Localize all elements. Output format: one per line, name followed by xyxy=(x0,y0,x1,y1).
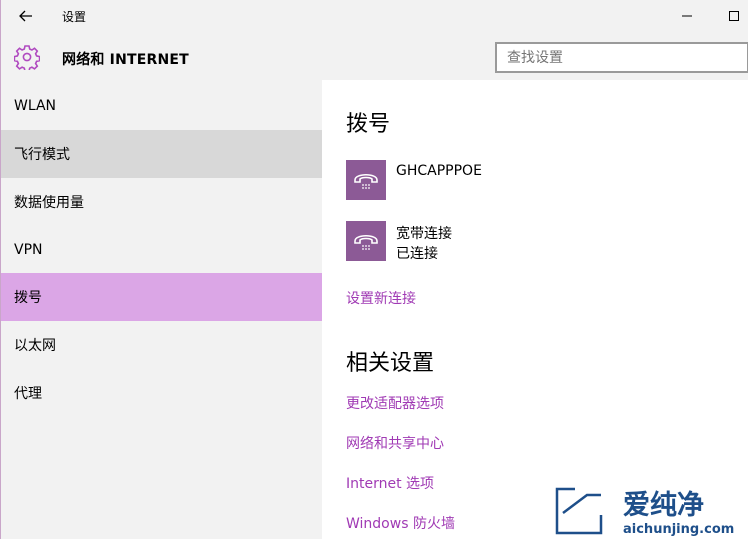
sidebar: WLAN 飞行模式 数据使用量 VPN 拨号 以太网 代理 xyxy=(0,80,322,539)
svg-text:aichunjing.com: aichunjing.com xyxy=(623,522,734,537)
phone-icon xyxy=(354,234,378,250)
gear-icon xyxy=(14,45,40,70)
windows-firewall-link[interactable]: Windows 防火墙 xyxy=(346,513,455,533)
back-button[interactable] xyxy=(11,3,41,29)
minimize-icon xyxy=(682,15,692,17)
header: 网络和 INTERNET xyxy=(0,33,748,80)
sidebar-item-label: WLAN xyxy=(14,98,57,114)
maximize-icon xyxy=(729,11,739,21)
sidebar-item-label: 代理 xyxy=(14,386,42,402)
sidebar-item-label: 数据使用量 xyxy=(14,195,84,211)
back-arrow-icon xyxy=(19,10,32,22)
sidebar-item-data-usage[interactable]: 数据使用量 xyxy=(1,178,322,226)
page-title: 网络和 INTERNET xyxy=(62,52,189,68)
title-bar: 设置 xyxy=(0,0,748,33)
svg-text:爱纯净: 爱纯净 xyxy=(623,489,704,521)
change-adapter-options-link[interactable]: 更改适配器选项 xyxy=(346,393,444,413)
connection-name: 宽带连接 xyxy=(396,226,452,242)
connection-name: GHCAPPPOE xyxy=(396,163,482,179)
section-title: 拨号 xyxy=(346,112,391,137)
sidebar-item-wlan[interactable]: WLAN xyxy=(1,82,322,130)
sidebar-item-label: 飞行模式 xyxy=(14,147,70,163)
sidebar-item-vpn[interactable]: VPN xyxy=(1,226,322,274)
setup-new-connection-link[interactable]: 设置新连接 xyxy=(346,288,416,308)
sidebar-item-label: VPN xyxy=(14,242,43,258)
window-title: 设置 xyxy=(62,10,87,24)
network-sharing-center-link[interactable]: 网络和共享中心 xyxy=(346,433,444,453)
connection-item-ghcapppoe[interactable] xyxy=(346,160,386,200)
watermark-logo: 爱纯净 aichunjing.com xyxy=(554,486,736,538)
maximize-button[interactable] xyxy=(719,3,748,29)
sidebar-item-airplane-mode[interactable]: 飞行模式 xyxy=(1,130,322,178)
sidebar-item-label: 拨号 xyxy=(14,290,42,306)
related-settings-title: 相关设置 xyxy=(346,351,435,376)
connection-item-broadband[interactable] xyxy=(346,221,386,261)
sidebar-item-proxy[interactable]: 代理 xyxy=(1,369,322,417)
sidebar-item-ethernet[interactable]: 以太网 xyxy=(1,321,322,369)
phone-icon xyxy=(354,173,378,189)
search-input[interactable] xyxy=(495,42,748,73)
connection-status: 已连接 xyxy=(396,246,438,262)
minimize-button[interactable] xyxy=(672,3,702,29)
sidebar-item-label: 以太网 xyxy=(14,338,56,354)
sidebar-item-dialup[interactable]: 拨号 xyxy=(1,273,322,321)
internet-options-link[interactable]: Internet 选项 xyxy=(346,473,434,493)
main-content: 拨号 GHCAPPPOE 宽带连接 已连接 设置新连接 相关设置 更改适配器选项… xyxy=(322,80,748,539)
